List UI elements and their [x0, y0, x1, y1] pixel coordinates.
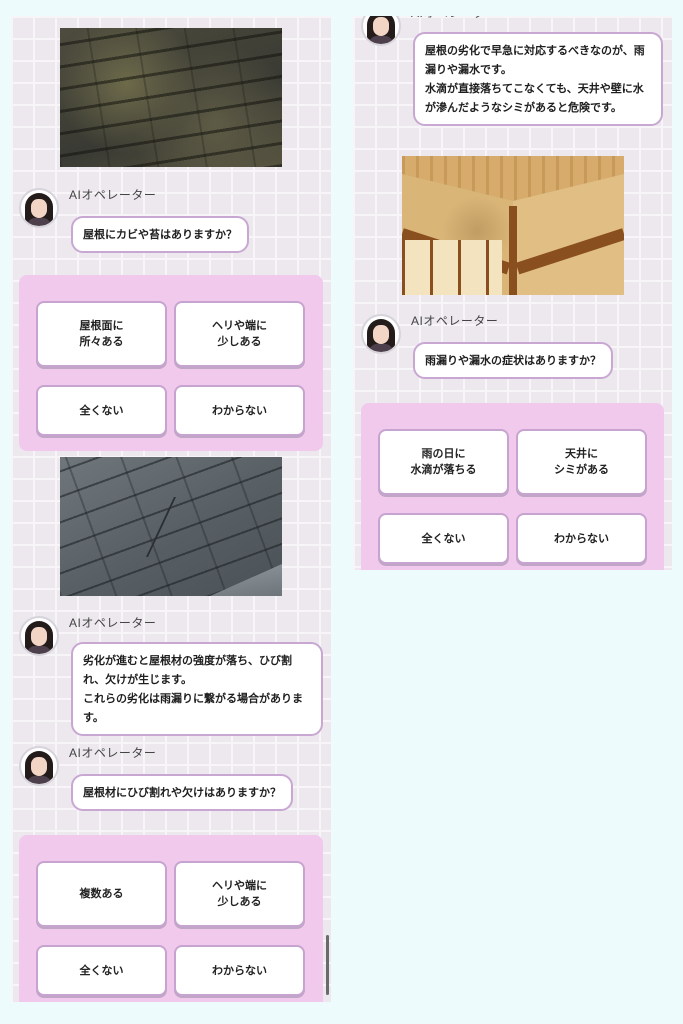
choice-button[interactable]: 全くない: [378, 513, 509, 564]
choice-button[interactable]: 屋根面に 所々ある: [36, 301, 167, 367]
operator-avatar: [19, 746, 59, 786]
chat-bubble: 劣化が進むと屋根材の強度が落ち、ひび割れ、欠けが生じます。 これらの劣化は雨漏り…: [71, 642, 323, 736]
choice-button[interactable]: ヘリや端に 少しある: [174, 861, 305, 927]
answer-choices-q1: 屋根面に 所々ある ヘリや端に 少しある 全くない わからない: [19, 275, 323, 451]
operator-name: AIオペレーター: [69, 746, 157, 760]
operator-name: AIオペレーター: [69, 188, 157, 202]
operator-name: AIオペレーター: [411, 314, 499, 328]
choice-button[interactable]: わからない: [516, 513, 647, 564]
operator-avatar: [361, 16, 401, 46]
operator-avatar: [361, 314, 401, 354]
operator-avatar: [19, 616, 59, 656]
choice-button[interactable]: わからない: [174, 385, 305, 436]
chat-bubble: 雨漏りや漏水の症状はありますか？: [413, 342, 613, 379]
scrollbar[interactable]: [326, 935, 329, 995]
choice-button[interactable]: ヘリや端に 少しある: [174, 301, 305, 367]
answer-choices-q3: 雨の日に 水滴が落ちる 天井に シミがある 全くない わからない: [361, 403, 664, 570]
chat-bubble: 屋根にカビや苔はありますか？: [71, 216, 249, 253]
choice-button[interactable]: 複数ある: [36, 861, 167, 927]
bubble-line: これらの劣化は雨漏りに繋がる場合があります。: [83, 692, 303, 724]
operator-name: AIオペレーター: [411, 16, 498, 21]
choice-button[interactable]: 全くない: [36, 385, 167, 436]
chat-panel-left[interactable]: AIオペレーター 屋根にカビや苔はありますか？ 屋根面に 所々ある ヘリや端に …: [11, 16, 331, 1002]
choice-button[interactable]: 全くない: [36, 945, 167, 996]
bubble-line: 屋根の劣化で早急に対応するべきなのが、雨漏りや漏水です。: [425, 44, 645, 76]
mossy-roof-photo: [60, 28, 282, 167]
operator-name: AIオペレーター: [69, 616, 157, 630]
choice-button[interactable]: 天井に シミがある: [516, 429, 647, 495]
chat-bubble: 屋根の劣化で早急に対応するべきなのが、雨漏りや漏水です。 水滴が直接落ちてこなく…: [413, 32, 663, 126]
operator-avatar: [19, 188, 59, 228]
chat-bubble: 屋根材にひび割れや欠けはありますか？: [71, 774, 293, 811]
ceiling-stain-photo: [402, 156, 624, 295]
bubble-line: 劣化が進むと屋根材の強度が落ち、ひび割れ、欠けが生じます。: [83, 654, 292, 686]
bubble-line: 水滴が直接落ちてこなくても、天井や壁に水が滲んだようなシミがあると危険です。: [425, 82, 644, 114]
choice-button[interactable]: 雨の日に 水滴が落ちる: [378, 429, 509, 495]
choice-button[interactable]: わからない: [174, 945, 305, 996]
cracked-roof-photo: [60, 457, 282, 596]
answer-choices-q2: 複数ある ヘリや端に 少しある 全くない わからない: [19, 835, 323, 1002]
chat-panel-right[interactable]: AIオペレーター 屋根の劣化で早急に対応するべきなのが、雨漏りや漏水です。 水滴…: [353, 16, 672, 570]
